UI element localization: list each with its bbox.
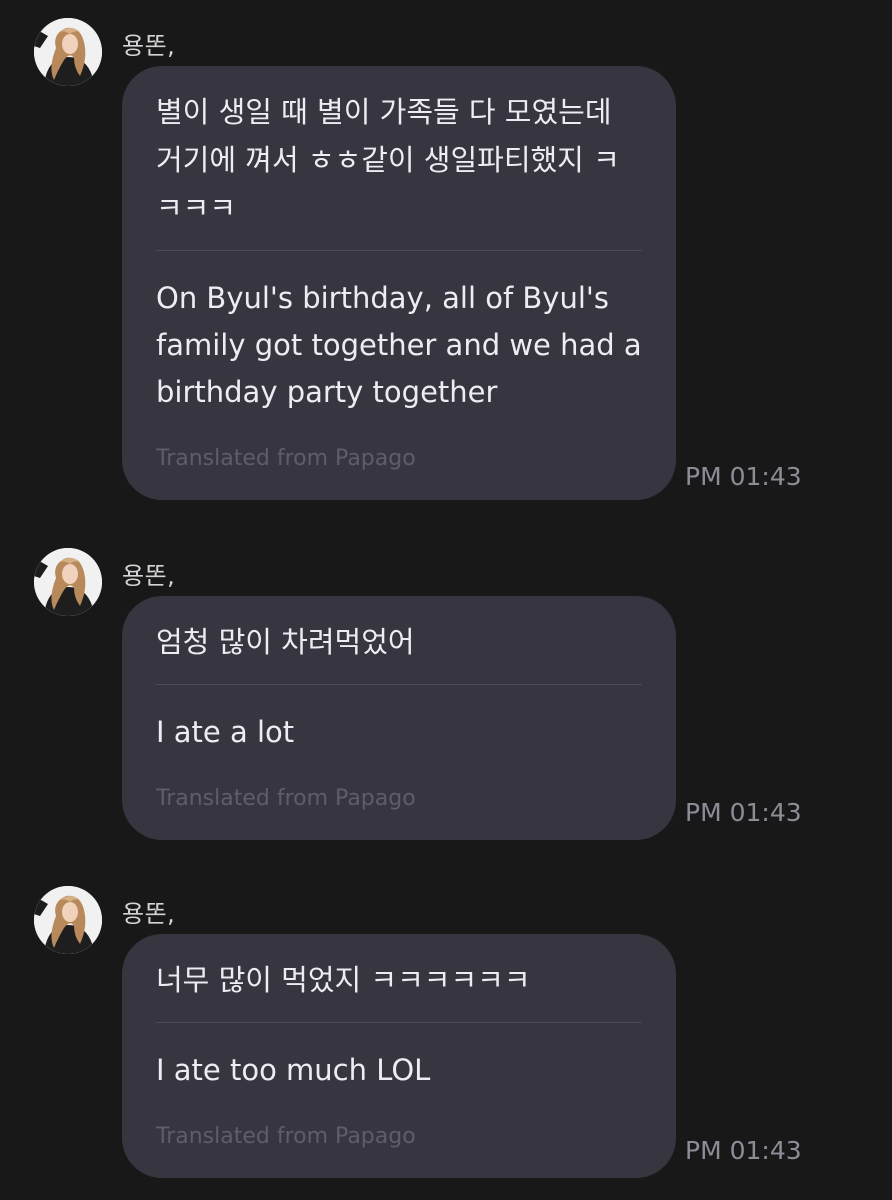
translated-text: I ate too much LOL [156,1053,431,1087]
translated-text: I ate a lot [156,715,295,749]
original-text: 너무 많이 먹었지 ㅋㅋㅋㅋㅋㅋ [156,956,642,1023]
sender-name: 용똔, [122,32,176,60]
translation-source: Translated from Papago [156,786,416,811]
original-text: 별이 생일 때 별이 가족들 다 모였는데 거기에 껴서 ㅎㅎ같이 생일파티했지… [156,88,642,251]
original-text: 엄청 많이 차려먹었어 [156,618,642,685]
timestamp: PM 01:43 [685,798,802,827]
translation-source: Translated from Papago [156,1124,416,1149]
avatar[interactable] [34,548,102,616]
timestamp: PM 01:43 [685,1136,802,1165]
message-bubble[interactable]: 엄청 많이 차려먹었어 I ate a lot Translated from … [122,596,676,840]
translated-text: On Byul's birthday, all of Byul's family… [156,281,642,409]
translation-source: Translated from Papago [156,446,416,471]
timestamp: PM 01:43 [685,462,802,491]
message-bubble[interactable]: 너무 많이 먹었지 ㅋㅋㅋㅋㅋㅋ I ate too much LOL Tran… [122,934,676,1178]
sender-name: 용똔, [122,562,176,590]
message-bubble[interactable]: 별이 생일 때 별이 가족들 다 모였는데 거기에 껴서 ㅎㅎ같이 생일파티했지… [122,66,676,500]
sender-name: 용똔, [122,900,176,928]
avatar[interactable] [34,886,102,954]
avatar[interactable] [34,18,102,86]
